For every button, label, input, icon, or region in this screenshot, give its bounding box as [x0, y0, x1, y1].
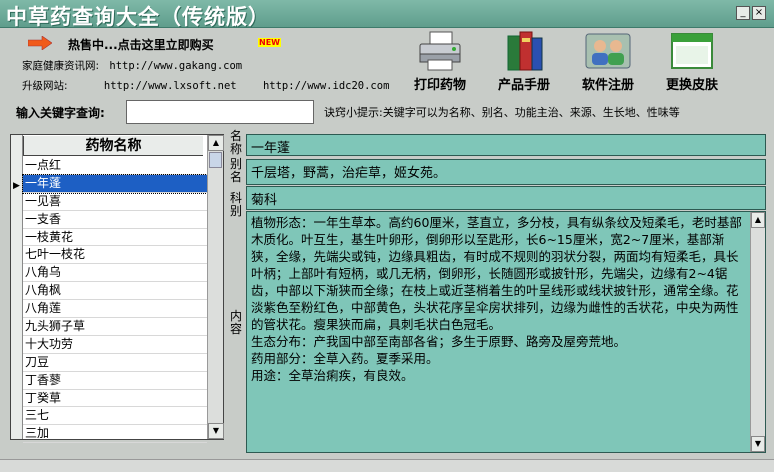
register-button[interactable]: 软件注册	[572, 30, 644, 94]
list-item[interactable]: 十大功劳	[23, 336, 207, 354]
scroll-up-button[interactable]: ▲	[208, 135, 224, 151]
site-row-health: 家庭健康资讯网: http://www.gakang.com	[22, 60, 243, 72]
herb-rows: 一点红 一年蓬 一见喜 一支香 一枝黄花 七叶一枝花 八角乌 八角枫 八角莲 九头狮子草 十大功劳刀…	[22, 157, 208, 444]
site-row-upgrade: 升级网站: http://www.lxsoft.net http://www.i…	[22, 80, 390, 92]
print-button[interactable]: 打印药物	[404, 30, 476, 94]
skin-button[interactable]: 更换皮肤	[656, 30, 728, 94]
list-item[interactable]: 一点红	[23, 157, 207, 175]
arrow-right-icon	[28, 36, 52, 50]
content-field[interactable]: 植物形态：一年生草本。高约60厘米，茎直立，多分枝，具有纵条纹及短柔毛，老时基部…	[246, 211, 766, 453]
list-header: 药物名称	[23, 136, 203, 156]
content-morphology: 植物形态：一年生草本。高约60厘米，茎直立，多分枝，具有纵条纹及短柔毛，老时基部…	[251, 215, 742, 332]
scroll-down-button[interactable]: ▼	[208, 423, 224, 439]
family-field[interactable]: 菊科	[246, 186, 766, 210]
content-scroll-up-button[interactable]: ▲	[751, 212, 765, 228]
close-button[interactable]: ×	[752, 6, 766, 20]
name-field[interactable]: 一年蓬	[246, 134, 766, 156]
minimize-button[interactable]: _	[736, 6, 750, 20]
skin-label: 更换皮肤	[665, 78, 718, 93]
list-item[interactable]: 八角枫	[23, 282, 207, 301]
new-badge: NEW	[258, 38, 281, 47]
upgrade-site-link-2[interactable]: http://www.idc20.com	[263, 80, 389, 92]
list-item[interactable]: 一支香	[23, 211, 207, 229]
content-distribution: 生态分布：产我国中部至南部各省；多生于原野、路旁及屋旁荒地。	[251, 334, 627, 349]
printer-icon	[419, 31, 461, 71]
alias-label: 别名	[229, 157, 242, 184]
list-item[interactable]: 丁癸草	[23, 390, 207, 408]
herb-list[interactable]: 药物名称 ▶ 一点红 一年蓬 一见喜 一支香 一枝黄花 七叶一枝花 八角乌 八角枫 八角莲 九头狮…	[10, 134, 224, 444]
health-site-link[interactable]: http://www.gakang.com	[109, 60, 242, 72]
list-item[interactable]: 七叶一枝花	[23, 246, 207, 265]
list-item[interactable]: 九头狮子草	[23, 318, 207, 336]
search-tip: 诀窍小提示:关键字可以为名称、别名、功能主治、来源、生长地、性味等	[324, 106, 680, 119]
list-item[interactable]: 丁香蓼	[23, 372, 207, 390]
name-label: 名称	[229, 129, 242, 156]
scroll-thumb[interactable]	[209, 152, 222, 168]
list-item[interactable]: 一年蓬	[22, 173, 208, 194]
list-item[interactable]: 一枝黄花	[23, 229, 207, 247]
books-icon	[507, 31, 543, 71]
search-label: 输入关键字查询:	[16, 106, 105, 120]
list-item[interactable]: 三加	[23, 425, 207, 444]
list-item[interactable]: 一见喜	[23, 193, 207, 211]
list-item[interactable]: 刀豆	[23, 354, 207, 372]
status-bar	[0, 459, 774, 472]
current-row-indicator-icon: ▶	[13, 181, 20, 191]
manual-label: 产品手册	[497, 78, 550, 93]
content-label: 内容	[229, 309, 242, 336]
list-item[interactable]: 八角莲	[23, 300, 207, 319]
list-scrollbar[interactable]: ▲ ▼	[207, 135, 224, 439]
alias-field[interactable]: 千层塔，野蒿，治疟草，姬女苑。	[246, 159, 766, 185]
manual-button[interactable]: 产品手册	[488, 30, 560, 94]
search-input[interactable]	[126, 100, 314, 124]
window-icon	[671, 33, 713, 69]
content-usage: 用途：全草治痢疾，有良效。	[251, 368, 414, 383]
users-icon	[585, 33, 631, 69]
content-medicinal-part: 药用部分：全草入药。夏季采用。	[251, 351, 439, 366]
content-scroll-down-button[interactable]: ▼	[751, 436, 765, 452]
content-scrollbar[interactable]: ▲ ▼	[750, 212, 765, 452]
upgrade-site-link-1[interactable]: http://www.lxsoft.net	[104, 80, 237, 92]
list-item[interactable]: 八角乌	[23, 264, 207, 283]
window-title: 中草药查询大全（传统版）	[6, 4, 270, 29]
family-label: 科别	[229, 191, 242, 218]
title-bar[interactable]: 中草药查询大全（传统版） _ ×	[0, 0, 774, 29]
buy-now-link[interactable]: 热售中...点击这里立即购买	[68, 36, 214, 53]
list-item[interactable]: 三七	[23, 407, 207, 426]
register-label: 软件注册	[581, 78, 634, 93]
print-label: 打印药物	[413, 78, 466, 93]
